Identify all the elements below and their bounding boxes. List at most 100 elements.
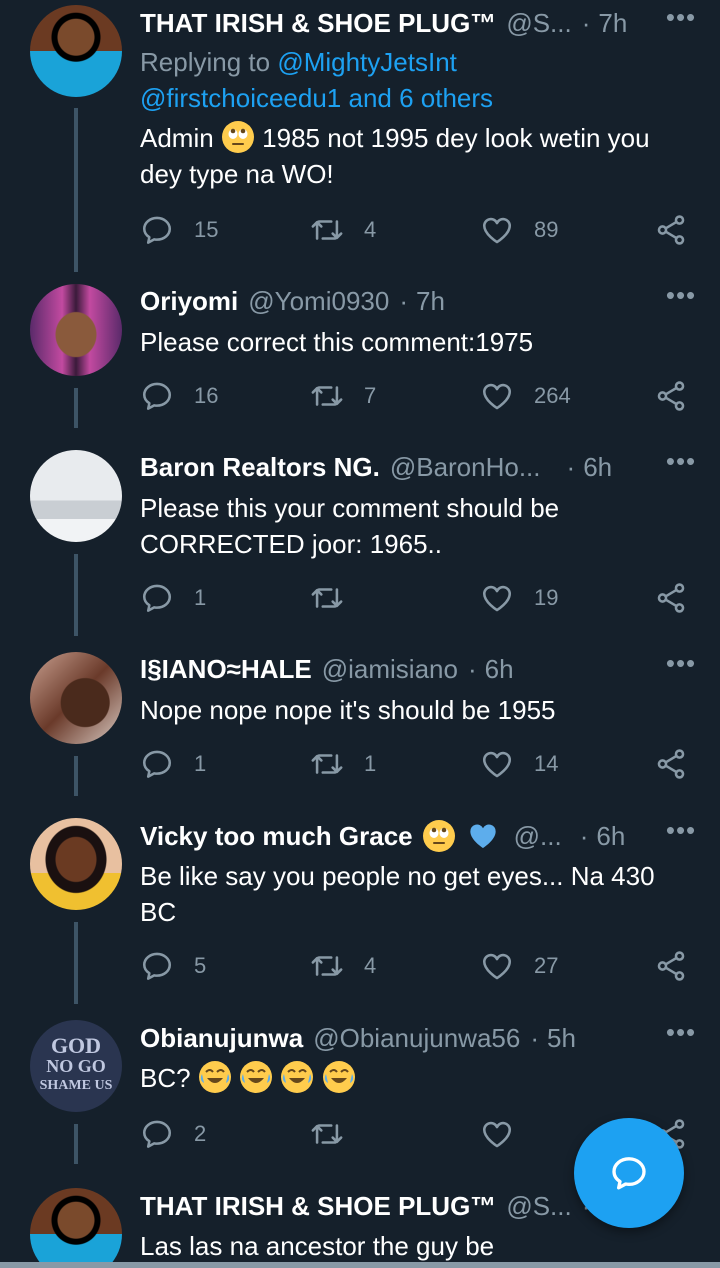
reply-button[interactable]: 16 bbox=[140, 376, 218, 416]
timestamp[interactable]: 5h bbox=[547, 1023, 576, 1054]
author-handle[interactable]: @S... bbox=[506, 8, 571, 39]
author-handle[interactable]: @BaronHo... bbox=[390, 452, 541, 483]
reply-button[interactable]: 1 bbox=[140, 744, 206, 784]
author-handle[interactable]: @iamisiano bbox=[322, 654, 458, 685]
more-icon[interactable]: ••• bbox=[664, 817, 698, 850]
retweet-button[interactable]: 7 bbox=[310, 376, 376, 416]
tweet-header: Obianujunwa @Obianujunwa56 · 5h ••• bbox=[140, 1018, 698, 1058]
more-icon[interactable]: ••• bbox=[664, 4, 698, 37]
replying-to-mention[interactable]: @MightyJetsInt bbox=[277, 47, 457, 77]
avatar[interactable] bbox=[30, 1188, 122, 1262]
avatar[interactable] bbox=[30, 818, 122, 910]
like-button[interactable] bbox=[480, 1114, 534, 1154]
avatar-text: SHAME US bbox=[39, 1078, 113, 1093]
reply-count: 16 bbox=[194, 383, 219, 408]
author-name[interactable]: Baron Realtors NG. bbox=[140, 452, 380, 483]
retweet-icon bbox=[310, 581, 344, 615]
timestamp[interactable]: 6h bbox=[583, 452, 612, 483]
tweet-text: Please correct this comment:1975 bbox=[140, 327, 534, 357]
author-name[interactable]: I§IANO≈HALE bbox=[140, 654, 312, 685]
avatar[interactable] bbox=[30, 284, 122, 376]
share-button[interactable] bbox=[654, 578, 688, 618]
heart-icon bbox=[480, 747, 514, 781]
share-icon bbox=[654, 747, 688, 781]
share-button[interactable] bbox=[654, 946, 688, 986]
compose-reply-button[interactable] bbox=[574, 1118, 684, 1228]
reply-icon bbox=[140, 213, 174, 247]
share-icon bbox=[654, 949, 688, 983]
like-count: 27 bbox=[534, 953, 559, 978]
tweet[interactable]: THAT IRISH & SHOE PLUG™ @S... · 7h ••• R… bbox=[0, 0, 720, 280]
retweet-button[interactable]: 4 bbox=[310, 946, 376, 986]
retweet-icon bbox=[310, 1117, 344, 1151]
author-name[interactable]: Obianujunwa bbox=[140, 1023, 303, 1054]
author-name[interactable]: Vicky too much Grace bbox=[140, 821, 413, 852]
avatar[interactable] bbox=[30, 450, 122, 542]
like-button[interactable]: 264 bbox=[480, 376, 571, 416]
share-icon bbox=[654, 379, 688, 413]
share-button[interactable] bbox=[654, 376, 688, 416]
bottom-divider bbox=[0, 1262, 720, 1268]
reply-icon bbox=[140, 949, 174, 983]
like-button[interactable]: 14 bbox=[480, 744, 558, 784]
thread-line bbox=[74, 388, 78, 428]
reply-button[interactable]: 5 bbox=[140, 946, 206, 986]
face-with-tears-of-joy-emoji bbox=[198, 1061, 231, 1093]
like-button[interactable]: 89 bbox=[480, 210, 558, 250]
retweet-button[interactable]: 1 bbox=[310, 744, 376, 784]
retweet-count: 1 bbox=[364, 751, 377, 776]
tweet-text: Admin 1985 not 1995 dey look wetin you d… bbox=[140, 120, 696, 192]
timestamp[interactable]: 7h bbox=[416, 286, 445, 317]
author-name[interactable]: THAT IRISH & SHOE PLUG™ bbox=[140, 8, 496, 39]
timestamp[interactable]: 6h bbox=[485, 654, 514, 685]
retweet-icon bbox=[310, 213, 344, 247]
replying-to-others[interactable]: @firstchoiceedu1 and 6 others bbox=[140, 83, 493, 113]
face-with-rolling-eyes-emoji bbox=[422, 820, 455, 852]
reply-count: 5 bbox=[194, 953, 207, 978]
retweet-button[interactable]: 4 bbox=[310, 210, 376, 250]
tweet[interactable]: Baron Realtors NG. @BaronHo... · 6h ••• … bbox=[0, 446, 720, 648]
reply-button[interactable]: 15 bbox=[140, 210, 218, 250]
reply-button[interactable]: 2 bbox=[140, 1114, 206, 1154]
tweet[interactable]: I§IANO≈HALE @iamisiano · 6h ••• Nope nop… bbox=[0, 648, 720, 814]
more-icon[interactable]: ••• bbox=[664, 650, 698, 683]
action-bar: 16 7 264 bbox=[140, 376, 700, 416]
heart-icon bbox=[480, 379, 514, 413]
thread-line bbox=[74, 108, 78, 272]
like-button[interactable]: 19 bbox=[480, 578, 558, 618]
face-with-tears-of-joy-emoji bbox=[240, 1061, 273, 1093]
avatar[interactable] bbox=[30, 652, 122, 744]
more-icon[interactable]: ••• bbox=[664, 282, 698, 315]
avatar[interactable] bbox=[30, 5, 122, 97]
separator-dot: · bbox=[399, 285, 409, 316]
separator-dot: · bbox=[579, 820, 589, 851]
author-handle[interactable]: @Yomi0930 bbox=[248, 286, 389, 317]
timestamp[interactable]: 6h bbox=[596, 821, 625, 852]
separator-dot: · bbox=[581, 7, 591, 38]
more-icon[interactable]: ••• bbox=[664, 448, 698, 481]
avatar[interactable]: GOD NO GO SHAME US bbox=[30, 1020, 122, 1112]
more-icon[interactable]: ••• bbox=[664, 1019, 698, 1052]
author-name[interactable]: THAT IRISH & SHOE PLUG™ bbox=[140, 1191, 496, 1222]
tweet-text: Nope nope nope it's should be 1955 bbox=[140, 695, 556, 725]
author-handle[interactable]: @... bbox=[514, 821, 562, 852]
retweet-button[interactable] bbox=[310, 578, 364, 618]
tweet-header: Vicky too much Grace @... · 6h ••• bbox=[140, 816, 698, 856]
author-handle[interactable]: @S... bbox=[506, 1191, 571, 1222]
author-handle[interactable]: @Obianujunwa56 bbox=[313, 1023, 520, 1054]
author-name[interactable]: Oriyomi bbox=[140, 286, 238, 317]
thread-line bbox=[74, 756, 78, 796]
tweet-text-part: BC? bbox=[140, 1063, 191, 1093]
tweet-header: Oriyomi @Yomi0930 · 7h ••• bbox=[140, 281, 698, 321]
reply-button[interactable]: 1 bbox=[140, 578, 206, 618]
reply-count: 1 bbox=[194, 585, 207, 610]
share-button[interactable] bbox=[654, 210, 688, 250]
heart-icon bbox=[480, 213, 514, 247]
retweet-button[interactable] bbox=[310, 1114, 364, 1154]
timestamp[interactable]: 7h bbox=[598, 8, 627, 39]
tweet[interactable]: Oriyomi @Yomi0930 · 7h ••• Please correc… bbox=[0, 280, 720, 446]
tweet[interactable]: Vicky too much Grace @... · 6h ••• Be li… bbox=[0, 814, 720, 1016]
like-button[interactable]: 27 bbox=[480, 946, 558, 986]
action-bar: 15 4 89 bbox=[140, 210, 700, 250]
share-button[interactable] bbox=[654, 744, 688, 784]
